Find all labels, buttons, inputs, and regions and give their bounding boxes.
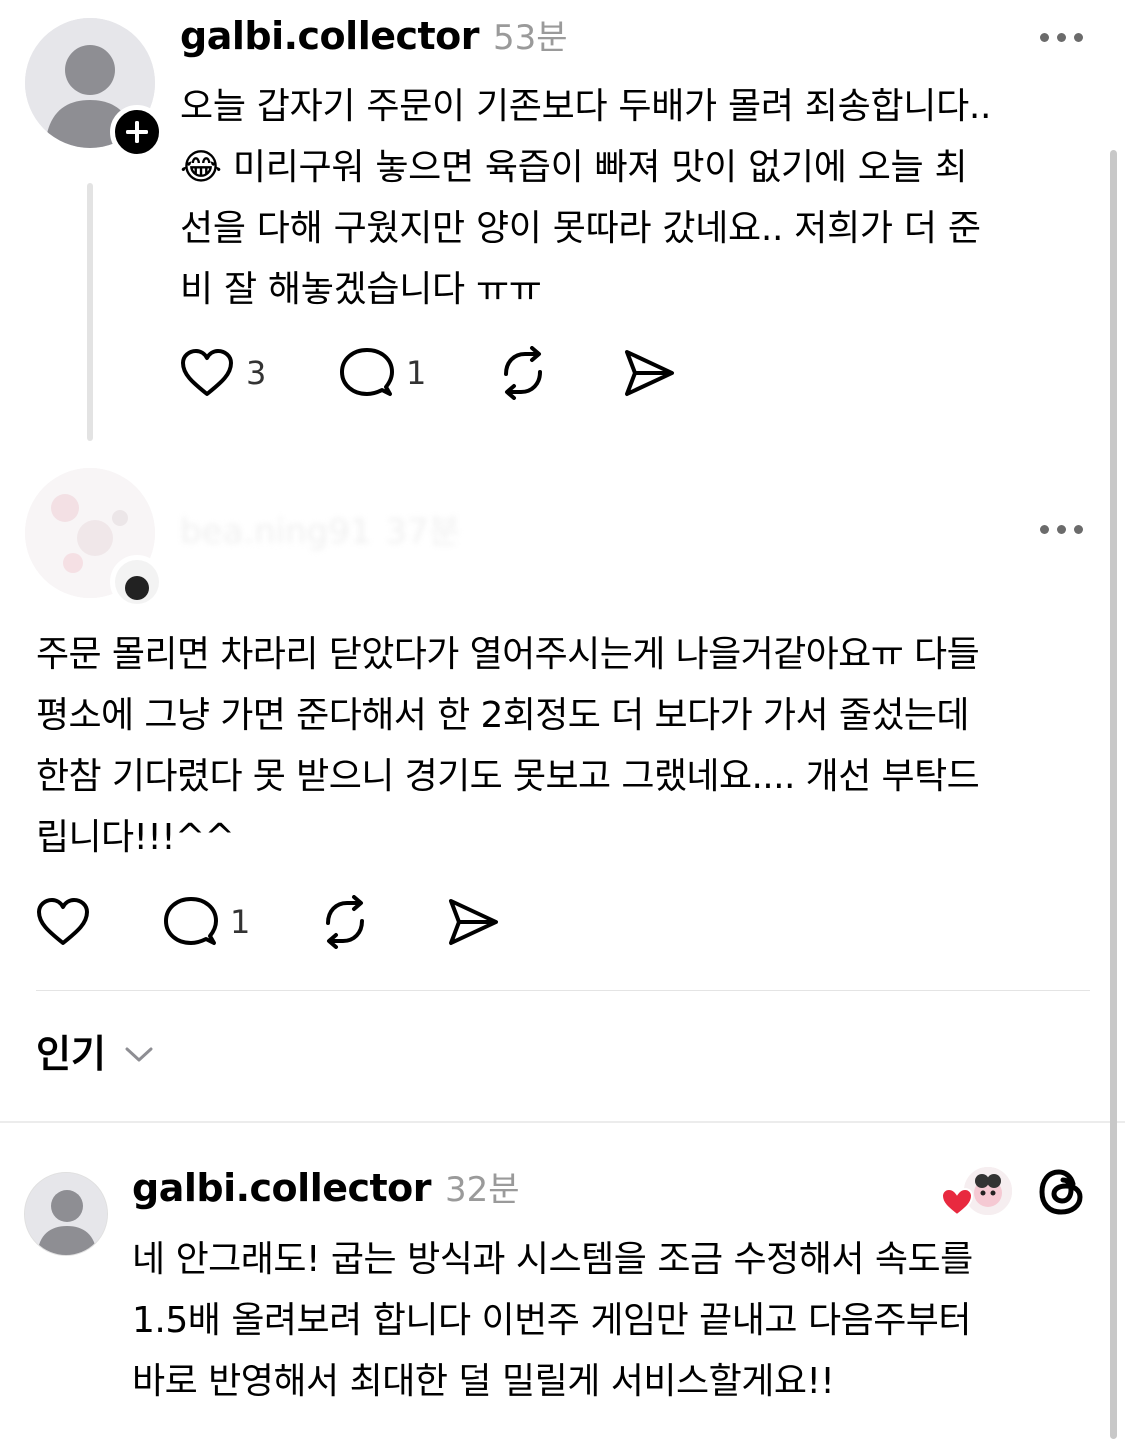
section-divider xyxy=(0,1121,1125,1123)
post-line: 오늘 갑자기 주문이 기존보다 두배가 몰려 죄송합니다.. xyxy=(180,86,992,127)
reply-body: 네 안그래도! 굽는 방식과 시스템을 조금 수정해서 속도를 1.5배 올려보… xyxy=(132,1229,1092,1412)
threads-logo[interactable] xyxy=(1037,1166,1085,1222)
share-button[interactable] xyxy=(446,897,500,947)
repost-button[interactable] xyxy=(496,346,622,400)
like-count: 3 xyxy=(246,354,267,392)
reply-line: 네 안그래도! 굽는 방식과 시스템을 조금 수정해서 속도를 xyxy=(132,1239,973,1280)
send-icon xyxy=(625,350,674,396)
post-line: 평소에 그냥 가면 준다해서 한 2회정도 더 보다가 가서 줄섰는데 xyxy=(36,695,970,736)
post-body: 오늘 갑자기 주문이 기존보다 두배가 몰려 죄송합니다.. 😂 미리구워 놓으… xyxy=(180,76,1100,320)
dot-icon xyxy=(1040,33,1049,42)
timestamp: 32분 xyxy=(445,1170,520,1210)
share-button[interactable] xyxy=(622,348,676,398)
dot-icon xyxy=(1057,525,1066,534)
reply-count: 1 xyxy=(406,354,427,392)
default-avatar-icon xyxy=(25,1173,107,1255)
timestamp: 37분 xyxy=(385,512,461,552)
heart-filled-icon xyxy=(940,1187,974,1217)
post-actions: 3 1 xyxy=(180,346,676,400)
chevron-down-icon xyxy=(125,1047,153,1062)
more-options-button[interactable] xyxy=(1040,525,1083,534)
reply-button[interactable]: 1 xyxy=(340,347,496,399)
timestamp: 53분 xyxy=(493,18,568,58)
threads-icon xyxy=(1039,1169,1083,1215)
comment-icon xyxy=(340,348,394,396)
post-line: 비 잘 해놓겠습니다 ㅠㅠ xyxy=(180,269,542,310)
post-line: 한참 기다렸다 못 받으니 경기도 못보고 그랬네요.... 개선 부탁드 xyxy=(36,756,980,797)
divider xyxy=(36,990,1090,991)
dot-icon xyxy=(1074,525,1083,534)
avatar-badge xyxy=(110,555,164,609)
badge-image xyxy=(115,560,159,604)
thread-line xyxy=(87,183,93,441)
post-line: 선을 다해 구웠지만 양이 못따라 갔네요.. 저희가 더 준 xyxy=(180,208,981,249)
reply-count: 1 xyxy=(230,903,251,941)
post-header: galbi.collector 53분 xyxy=(180,12,568,62)
repost-icon xyxy=(504,346,542,400)
username[interactable]: galbi.collector xyxy=(180,12,480,60)
dot-icon xyxy=(1040,525,1049,534)
post-body: 주문 몰리면 차라리 닫았다가 열어주시는게 나을거같아요ㅠ 다들 평소에 그냥… xyxy=(36,624,1106,868)
reply-line: 1.5배 올려보려 합니다 이번주 게임만 끝내고 다음주부터 xyxy=(132,1300,972,1341)
repost-icon xyxy=(326,895,364,949)
follow-button[interactable] xyxy=(110,105,164,159)
like-button[interactable]: 3 xyxy=(180,348,340,398)
reply-line: 바로 반영해서 최대한 덜 밀릴게 서비스할게요!! xyxy=(132,1361,835,1402)
scrollbar[interactable] xyxy=(1110,150,1117,1439)
sort-dropdown[interactable]: 인기 xyxy=(36,1030,154,1078)
heart-icon xyxy=(37,898,89,945)
author-liked-indicator xyxy=(940,1165,1014,1217)
comment-icon xyxy=(164,897,218,945)
post-actions: 1 xyxy=(36,895,500,949)
plus-icon xyxy=(126,121,148,143)
like-button[interactable] xyxy=(36,897,164,947)
post-header: bea.ning91 37분 xyxy=(180,504,460,553)
post-line: 립니다!!!^^ xyxy=(36,817,235,858)
username[interactable]: galbi.collector xyxy=(132,1164,432,1212)
dot-icon xyxy=(1074,33,1083,42)
repost-button[interactable] xyxy=(318,895,446,949)
heart-icon xyxy=(181,349,233,396)
username[interactable]: bea.ning91 xyxy=(180,512,372,552)
reply-header: galbi.collector 32분 xyxy=(132,1164,520,1214)
send-icon xyxy=(449,899,498,945)
post-line: 주문 몰리면 차라리 닫았다가 열어주시는게 나을거같아요ㅠ 다들 xyxy=(36,634,980,675)
reply-button[interactable]: 1 xyxy=(164,896,318,948)
post-line: 😂 미리구워 놓으면 육즙이 빠져 맛이 없기에 오늘 최 xyxy=(180,147,968,188)
more-options-button[interactable] xyxy=(1040,33,1083,42)
sort-label: 인기 xyxy=(36,1032,106,1076)
dot-icon xyxy=(1057,33,1066,42)
avatar[interactable] xyxy=(24,1172,108,1256)
